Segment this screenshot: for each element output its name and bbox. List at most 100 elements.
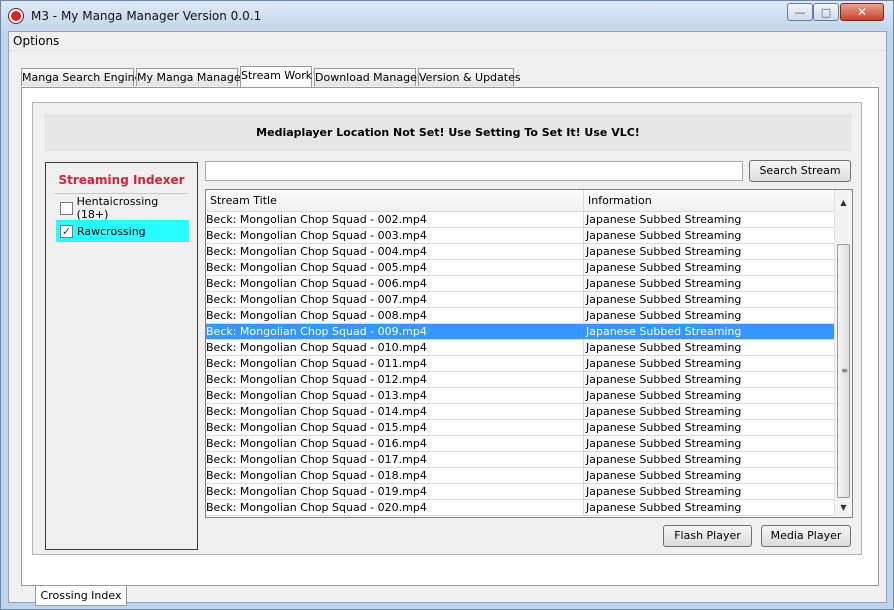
streaming-indexer-box: Streaming Indexer Hentaicrossing (18+) ✓…	[45, 162, 198, 550]
table-row[interactable]: Beck: Mongolian Chop Squad - 006.mp4 Japa…	[206, 276, 834, 292]
information-cell: Japanese Subbed Streaming	[583, 244, 834, 259]
indexer-item-label: Rawcrossing	[77, 224, 146, 238]
information-cell: Japanese Subbed Streaming	[583, 340, 834, 355]
table-row[interactable]: Beck: Mongolian Chop Squad - 009.mp4 Japa…	[206, 324, 834, 340]
stream-table: Stream Title Information Beck: Mongolian…	[205, 189, 853, 518]
scrollbar-grip-icon: ≡	[841, 366, 848, 375]
tab-download-manager[interactable]: Download Manager	[314, 68, 421, 86]
media-player-button[interactable]: Media Player	[761, 525, 851, 547]
app-window: M3 - My Manga Manager Version 0.0.1 — □ …	[0, 0, 894, 610]
table-body: Beck: Mongolian Chop Squad - 002.mp4 Japa…	[206, 212, 834, 516]
information-cell: Japanese Subbed Streaming	[583, 212, 834, 227]
table-row[interactable]: Beck: Mongolian Chop Squad - 017.mp4 Japa…	[206, 452, 834, 468]
stream-title-cell: Beck: Mongolian Chop Squad - 005.mp4	[206, 261, 427, 274]
table-row[interactable]: Beck: Mongolian Chop Squad - 020.mp4 Japa…	[206, 500, 834, 516]
information-cell: Japanese Subbed Streaming	[583, 228, 834, 243]
stream-title-cell: Beck: Mongolian Chop Squad - 008.mp4	[206, 309, 427, 322]
tab-manga-search-engine[interactable]: Manga Search Engine	[21, 68, 141, 86]
table-row[interactable]: Beck: Mongolian Chop Squad - 011.mp4 Japa…	[206, 356, 834, 372]
column-header-stream-title[interactable]: Stream Title	[206, 190, 583, 212]
information-cell: Japanese Subbed Streaming	[583, 260, 834, 275]
mediaplayer-notice: Mediaplayer Location Not Set! Use Settin…	[45, 115, 851, 151]
rawcrossing-checkbox[interactable]: ✓	[60, 224, 73, 238]
scrollbar-thumb[interactable]: ≡	[837, 244, 850, 498]
tab-crossing-index[interactable]: Crossing Index	[35, 586, 127, 606]
stream-title-cell: Beck: Mongolian Chop Squad - 004.mp4	[206, 245, 427, 258]
stream-title-cell: Beck: Mongolian Chop Squad - 015.mp4	[206, 421, 427, 434]
crossing-index-panel: Mediaplayer Location Not Set! Use Settin…	[32, 102, 862, 555]
information-cell: Japanese Subbed Streaming	[583, 324, 834, 339]
scroll-up-icon[interactable]: ▲	[835, 194, 852, 211]
information-cell: Japanese Subbed Streaming	[583, 484, 834, 499]
indexer-item-hentaicrossing[interactable]: Hentaicrossing (18+)	[56, 195, 189, 221]
flash-player-button[interactable]: Flash Player	[663, 525, 752, 547]
table-row[interactable]: Beck: Mongolian Chop Squad - 013.mp4 Japa…	[206, 388, 834, 404]
table-row[interactable]: Beck: Mongolian Chop Squad - 018.mp4 Japa…	[206, 468, 834, 484]
table-row[interactable]: Beck: Mongolian Chop Squad - 019.mp4 Japa…	[206, 484, 834, 500]
scroll-down-icon[interactable]: ▼	[835, 499, 852, 516]
stream-title-cell: Beck: Mongolian Chop Squad - 006.mp4	[206, 277, 427, 290]
table-row[interactable]: Beck: Mongolian Chop Squad - 016.mp4 Japa…	[206, 436, 834, 452]
stream-title-cell: Beck: Mongolian Chop Squad - 010.mp4	[206, 341, 427, 354]
menu-options[interactable]: Options	[13, 34, 59, 48]
stream-title-cell: Beck: Mongolian Chop Squad - 014.mp4	[206, 405, 427, 418]
stream-title-cell: Beck: Mongolian Chop Squad - 016.mp4	[206, 437, 427, 450]
indexer-divider	[54, 193, 188, 194]
title-bar[interactable]: M3 - My Manga Manager Version 0.0.1 — □ …	[1, 1, 893, 31]
table-row[interactable]: Beck: Mongolian Chop Squad - 004.mp4 Japa…	[206, 244, 834, 260]
search-stream-input[interactable]	[205, 161, 743, 181]
table-row[interactable]: Beck: Mongolian Chop Squad - 002.mp4 Japa…	[206, 212, 834, 228]
tab-version-updates[interactable]: Version & Updates	[418, 68, 521, 86]
information-cell: Japanese Subbed Streaming	[583, 404, 834, 419]
stream-title-cell: Beck: Mongolian Chop Squad - 009.mp4	[206, 325, 427, 338]
stream-title-cell: Beck: Mongolian Chop Squad - 013.mp4	[206, 389, 427, 402]
window-title: M3 - My Manga Manager Version 0.0.1	[31, 9, 262, 23]
information-cell: Japanese Subbed Streaming	[583, 420, 834, 435]
stream-work-panel: Mediaplayer Location Not Set! Use Settin…	[21, 87, 879, 586]
information-cell: Japanese Subbed Streaming	[583, 500, 834, 515]
search-stream-button[interactable]: Search Stream	[749, 160, 851, 182]
information-cell: Japanese Subbed Streaming	[583, 292, 834, 307]
stream-title-cell: Beck: Mongolian Chop Squad - 011.mp4	[206, 357, 427, 370]
table-row[interactable]: Beck: Mongolian Chop Squad - 014.mp4 Japa…	[206, 404, 834, 420]
close-button[interactable]: ✕	[840, 3, 884, 21]
table-row[interactable]: Beck: Mongolian Chop Squad - 007.mp4 Japa…	[206, 292, 834, 308]
information-cell: Japanese Subbed Streaming	[583, 436, 834, 451]
stream-title-cell: Beck: Mongolian Chop Squad - 017.mp4	[206, 453, 427, 466]
hentaicrossing-checkbox[interactable]	[60, 201, 73, 215]
client-area: Options Manga Search Engine My Manga Man…	[8, 31, 887, 606]
stream-title-cell: Beck: Mongolian Chop Squad - 002.mp4	[206, 213, 427, 226]
information-cell: Japanese Subbed Streaming	[583, 388, 834, 403]
stream-title-cell: Beck: Mongolian Chop Squad - 019.mp4	[206, 485, 427, 498]
stream-title-cell: Beck: Mongolian Chop Squad - 003.mp4	[206, 229, 427, 242]
table-row[interactable]: Beck: Mongolian Chop Squad - 012.mp4 Japa…	[206, 372, 834, 388]
information-cell: Japanese Subbed Streaming	[583, 468, 834, 483]
information-cell: Japanese Subbed Streaming	[583, 308, 834, 323]
table-row[interactable]: Beck: Mongolian Chop Squad - 015.mp4 Japa…	[206, 420, 834, 436]
table-row[interactable]: Beck: Mongolian Chop Squad - 005.mp4 Japa…	[206, 260, 834, 276]
stream-title-cell: Beck: Mongolian Chop Squad - 012.mp4	[206, 373, 427, 386]
table-row[interactable]: Beck: Mongolian Chop Squad - 003.mp4 Japa…	[206, 228, 834, 244]
vertical-scrollbar[interactable]: ▲ ≡ ▼	[834, 190, 852, 517]
stream-title-cell: Beck: Mongolian Chop Squad - 020.mp4	[206, 501, 427, 514]
indexer-item-label: Hentaicrossing (18+)	[76, 195, 159, 221]
table-row[interactable]: Beck: Mongolian Chop Squad - 008.mp4 Japa…	[206, 308, 834, 324]
tab-my-manga-manager[interactable]: My Manga Manager	[136, 68, 245, 86]
stream-title-cell: Beck: Mongolian Chop Squad - 007.mp4	[206, 293, 427, 306]
menu-bar: Options	[9, 32, 886, 51]
checkmark-icon: ✓	[61, 224, 72, 238]
tab-stream-work[interactable]: Stream Work	[240, 66, 312, 87]
information-cell: Japanese Subbed Streaming	[583, 452, 834, 467]
indexer-item-rawcrossing[interactable]: ✓ Rawcrossing	[56, 220, 189, 242]
information-cell: Japanese Subbed Streaming	[583, 276, 834, 291]
information-cell: Japanese Subbed Streaming	[583, 372, 834, 387]
table-row[interactable]: Beck: Mongolian Chop Squad - 010.mp4 Japa…	[206, 340, 834, 356]
column-header-information[interactable]: Information	[583, 190, 834, 212]
minimize-button[interactable]: —	[787, 3, 813, 21]
streaming-indexer-title: Streaming Indexer	[58, 173, 185, 187]
stream-title-cell: Beck: Mongolian Chop Squad - 018.mp4	[206, 469, 427, 482]
information-cell: Japanese Subbed Streaming	[583, 356, 834, 371]
app-logo-icon	[9, 9, 23, 23]
maximize-button[interactable]: □	[813, 3, 839, 21]
table-header: Stream Title Information	[206, 190, 834, 212]
